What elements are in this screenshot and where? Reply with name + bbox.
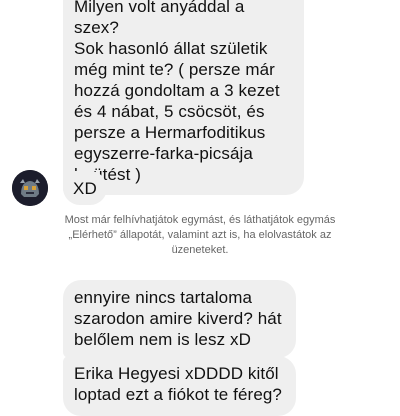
skull-avatar-icon[interactable] bbox=[12, 170, 48, 206]
message-bubble[interactable]: XD bbox=[63, 171, 107, 205]
message-bubble[interactable]: ennyire nincs tartaloma szarodon amire k… bbox=[63, 280, 296, 358]
message-bubble[interactable]: Erika Hegyesi xDDDD kitől loptad ezt a f… bbox=[63, 356, 296, 416]
message-bubble[interactable]: Milyen volt anyáddal a szex? Sok hasonló… bbox=[63, 0, 304, 195]
conversation-notice: Most már felhívhatjátok egymást, és láth… bbox=[64, 214, 336, 256]
